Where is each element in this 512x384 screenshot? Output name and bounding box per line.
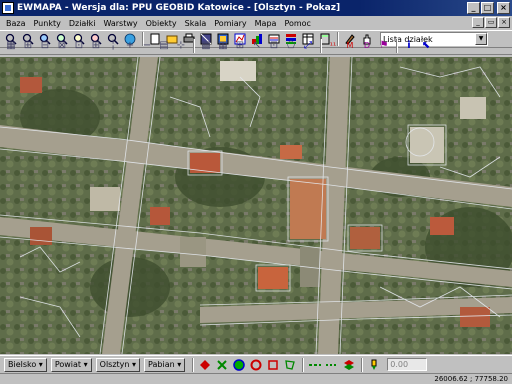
cross-icon[interactable]	[214, 357, 230, 373]
map-view[interactable]	[0, 57, 512, 354]
line-dash-icon[interactable]	[307, 357, 323, 373]
toolbar-separator	[320, 38, 322, 53]
pointer-icon[interactable]: ▦	[3, 38, 19, 54]
t1-icon[interactable]: ¹¹	[325, 38, 341, 54]
toolbar-separator	[361, 357, 364, 372]
mdi-close-button[interactable]: ×	[498, 17, 510, 28]
coordinates-readout: 26006.62 ; 77758.20	[434, 375, 508, 383]
city-dropdown-label: Olsztyn	[99, 360, 130, 369]
dim2-icon[interactable]: ▦	[215, 38, 231, 54]
target-icon[interactable]	[231, 357, 247, 373]
grid-icon[interactable]: ⊞	[88, 38, 104, 54]
angle-icon[interactable]: ⊹	[173, 38, 189, 54]
menu-warstwy[interactable]: Warstwy	[99, 19, 141, 28]
city-dropdown[interactable]: Olsztyn ▾	[95, 357, 141, 372]
flag-icon[interactable]: ⚑	[376, 38, 392, 54]
menu-punkty[interactable]: Punkty	[30, 19, 65, 28]
diamond-icon[interactable]	[197, 357, 213, 373]
menu-skala[interactable]: Skala	[181, 19, 211, 28]
window-controls: _ □ ×	[467, 2, 510, 14]
bottom-toolbar: Bielsko ▾ Powiat ▾ Olsztyn ▾ Pabian ▾ 0.…	[0, 355, 512, 373]
menu-baza[interactable]: Baza	[2, 19, 30, 28]
lasso-icon[interactable]: ⬠	[283, 38, 299, 54]
area-dropdown[interactable]: Pabian ▾	[144, 357, 186, 372]
app-icon[interactable]	[2, 2, 14, 14]
insert-icon[interactable]: −	[139, 38, 155, 54]
marker-icon[interactable]	[366, 357, 382, 373]
point2-icon[interactable]: ⊡	[266, 38, 282, 54]
toolbar-separator	[302, 357, 305, 372]
toolbar-separator	[192, 357, 195, 372]
area-dropdown-label: Pabian	[148, 360, 175, 369]
value-field[interactable]: 0.00	[387, 358, 428, 371]
layer-stack-icon[interactable]	[341, 357, 357, 373]
district-dropdown-label: Bielsko	[8, 360, 37, 369]
menu-mapa[interactable]: Mapa	[251, 19, 281, 28]
dim3-icon[interactable]: ⊞	[232, 38, 248, 54]
orthophoto[interactable]	[0, 57, 512, 354]
d1-icon[interactable]: D	[359, 38, 375, 54]
m1-icon[interactable]: M	[342, 38, 358, 54]
pin-icon[interactable]: ⤢	[300, 38, 316, 54]
pointer2-icon[interactable]: ↖	[249, 38, 265, 54]
line-icon[interactable]: ⊟	[37, 38, 53, 54]
info-icon[interactable]: i	[401, 38, 417, 54]
polygon-green-icon[interactable]	[282, 357, 298, 373]
mdi-minimize-button[interactable]: _	[472, 17, 484, 28]
mdi-controls: _ ▭ ×	[472, 17, 510, 28]
minimize-button[interactable]: _	[467, 2, 480, 14]
window-title: EWMAPA - Wersja dla: PPU GEOBID Katowice…	[17, 3, 341, 13]
toolbar-separator	[396, 38, 398, 53]
dim1-icon[interactable]: ▩	[198, 38, 214, 54]
status-bar: 26006.62 ; 77758.20	[0, 373, 512, 384]
menu-pomiary[interactable]: Pomiary	[210, 19, 250, 28]
grid-icon-2[interactable]: ╎	[105, 38, 121, 54]
menu-pomoc[interactable]: Pomoc	[280, 19, 315, 28]
maximize-button[interactable]: □	[481, 2, 494, 14]
close-button[interactable]: ×	[497, 2, 510, 14]
circle-red-icon[interactable]	[248, 357, 264, 373]
point-icon[interactable]: ⊞	[20, 38, 36, 54]
menu-dzialki[interactable]: Działki	[65, 19, 100, 28]
title-bar: EWMAPA - Wersja dla: PPU GEOBID Katowice…	[0, 0, 512, 16]
menu-bar: Baza Punkty Działki Warstwy Obiekty Skal…	[0, 16, 512, 30]
help-pointer-icon[interactable]: ⬉	[418, 38, 434, 54]
district-dropdown[interactable]: Bielsko ▾	[4, 357, 47, 372]
line-dot-icon[interactable]	[324, 357, 340, 373]
square-red-icon[interactable]	[265, 357, 281, 373]
county-dropdown-label: Powiat	[54, 360, 82, 369]
county-dropdown[interactable]: Powiat ▾	[50, 357, 92, 372]
toolbar-separator	[193, 38, 195, 53]
cut-icon[interactable]: +	[122, 38, 138, 54]
mdi-restore-button[interactable]: ▭	[485, 17, 497, 28]
menu-obiekty[interactable]: Obiekty	[142, 19, 181, 28]
toolbar-edit: ▦ ⊞ ⊟ ⊠ ⊡ ⊞ ╎ + − ▤ ⊹ ▩ ▦ ⊞ ↖ ⊡ ⬠ ⤢ ¹¹ M…	[0, 37, 512, 55]
plus-icon[interactable]: ⊠	[54, 38, 70, 54]
check-icon[interactable]: ▤	[156, 38, 172, 54]
minus-icon[interactable]: ⊡	[71, 38, 87, 54]
